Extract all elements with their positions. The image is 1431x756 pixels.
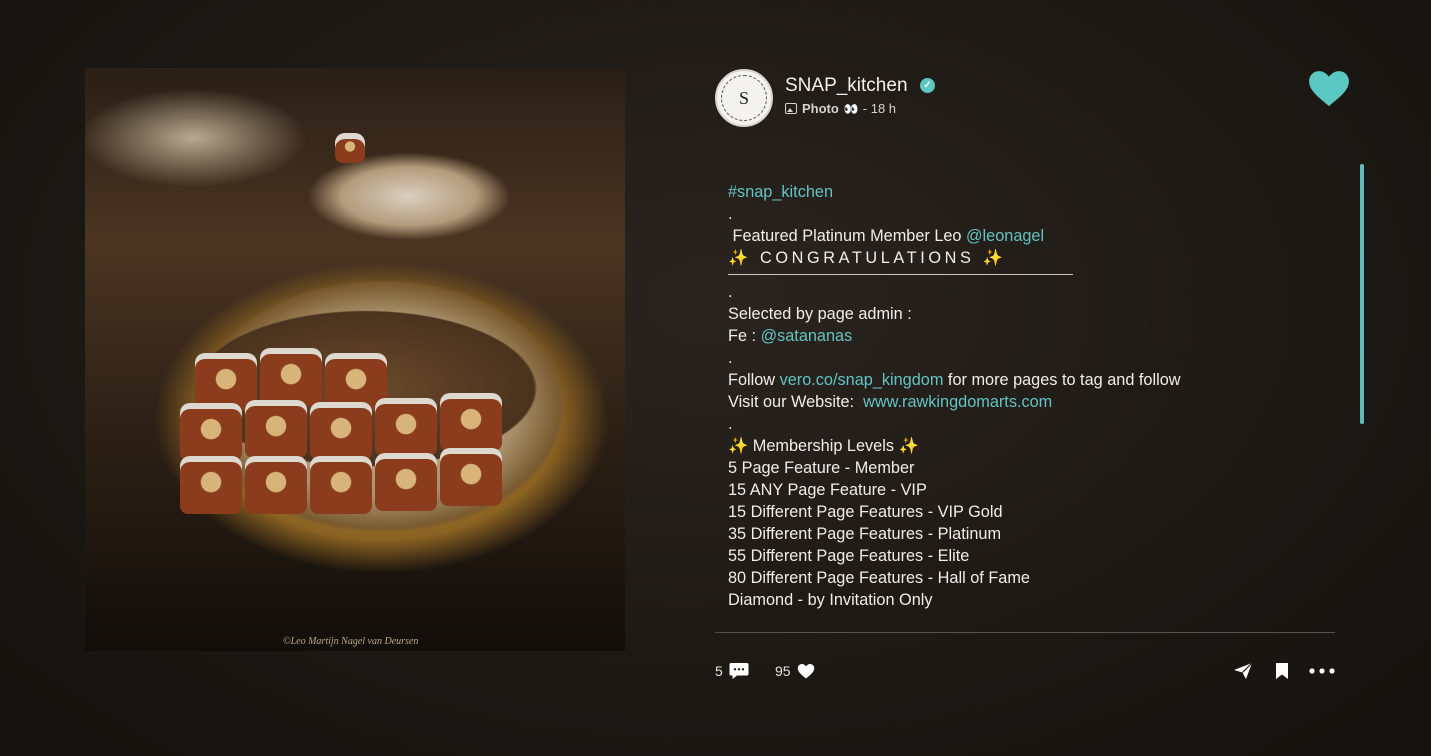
follow-text: Follow [728, 371, 780, 389]
post-caption: #snap_kitchen . Featured Platinum Member… [728, 181, 1338, 627]
mention-satananas[interactable]: @satananas [761, 327, 853, 345]
post-photo[interactable]: ©Leo Martijn Nagel van Deursen [85, 68, 625, 651]
caption-dot: . [728, 349, 733, 367]
mention-leonagel[interactable]: @leonagel [966, 227, 1044, 245]
follow-link[interactable]: vero.co/snap_kingdom [780, 371, 944, 389]
post-type: Photo [802, 101, 839, 116]
caption-dot: . [728, 283, 733, 301]
footer-divider [715, 632, 1335, 633]
level-item: 80 Different Page Features - Hall of Fam… [728, 569, 1030, 587]
more-icon[interactable] [1309, 660, 1335, 682]
heart-icon [797, 663, 815, 679]
photo-detail [335, 133, 365, 163]
photo-detail [180, 403, 242, 461]
level-item: 55 Different Page Features - Elite [728, 547, 970, 565]
photo-detail [440, 448, 502, 506]
post-footer: 5 95 [715, 660, 1335, 684]
photo-detail [310, 456, 372, 514]
photo-detail [245, 400, 307, 458]
post-meta: Photo 👀 - 18 h [785, 101, 896, 116]
caption-scrollbar[interactable] [1360, 164, 1364, 424]
congrats-text: ✨ CONGRATULATIONS ✨ [728, 249, 1007, 267]
visit-text: Visit our Website: [728, 393, 864, 411]
avatar[interactable]: S [715, 69, 773, 127]
comments-count: 5 [715, 663, 723, 679]
selected-by-text: Selected by page admin : [728, 305, 912, 323]
level-item: 5 Page Feature - Member [728, 459, 915, 477]
caption-dot: . [728, 415, 733, 433]
photo-detail [245, 456, 307, 514]
bookmark-icon[interactable] [1275, 660, 1289, 682]
follow-suffix: for more pages to tag and follow [943, 371, 1181, 389]
photo-credit: ©Leo Martijn Nagel van Deursen [283, 636, 419, 647]
send-icon[interactable] [1233, 660, 1253, 682]
likes-count: 95 [775, 663, 791, 679]
photo-detail [260, 348, 322, 406]
level-item: 15 Different Page Features - VIP Gold [728, 503, 1003, 521]
fe-text: Fe : [728, 327, 761, 345]
heart-icon[interactable] [1307, 69, 1351, 112]
image-icon [785, 103, 797, 114]
binoculars-icon: 👀 [843, 101, 859, 116]
website-link[interactable]: www.rawkingdomarts.com [863, 393, 1052, 411]
featured-text: Featured Platinum Member Leo [728, 227, 967, 245]
post-time: - 18 h [862, 101, 897, 116]
level-item: 35 Different Page Features - Platinum [728, 525, 1002, 543]
comment-icon [729, 662, 749, 680]
photo-detail [310, 402, 372, 460]
comments-button[interactable]: 5 [715, 660, 749, 682]
username[interactable]: SNAP_kitchen [785, 75, 908, 97]
caption-divider [728, 274, 1073, 275]
level-item: 15 ANY Page Feature - VIP [728, 481, 927, 499]
likes-button[interactable]: 95 [775, 660, 815, 682]
photo-detail [180, 456, 242, 514]
photo-detail [375, 398, 437, 456]
caption-dot: . [728, 205, 733, 223]
photo-detail [375, 453, 437, 511]
level-item: Diamond - by Invitation Only [728, 591, 933, 609]
levels-title: ✨ Membership Levels ✨ [728, 437, 919, 455]
photo-detail [440, 393, 502, 451]
avatar-monogram: S [721, 75, 767, 121]
verified-icon: ✓ [920, 78, 935, 93]
hashtag-link[interactable]: #snap_kitchen [728, 183, 833, 201]
